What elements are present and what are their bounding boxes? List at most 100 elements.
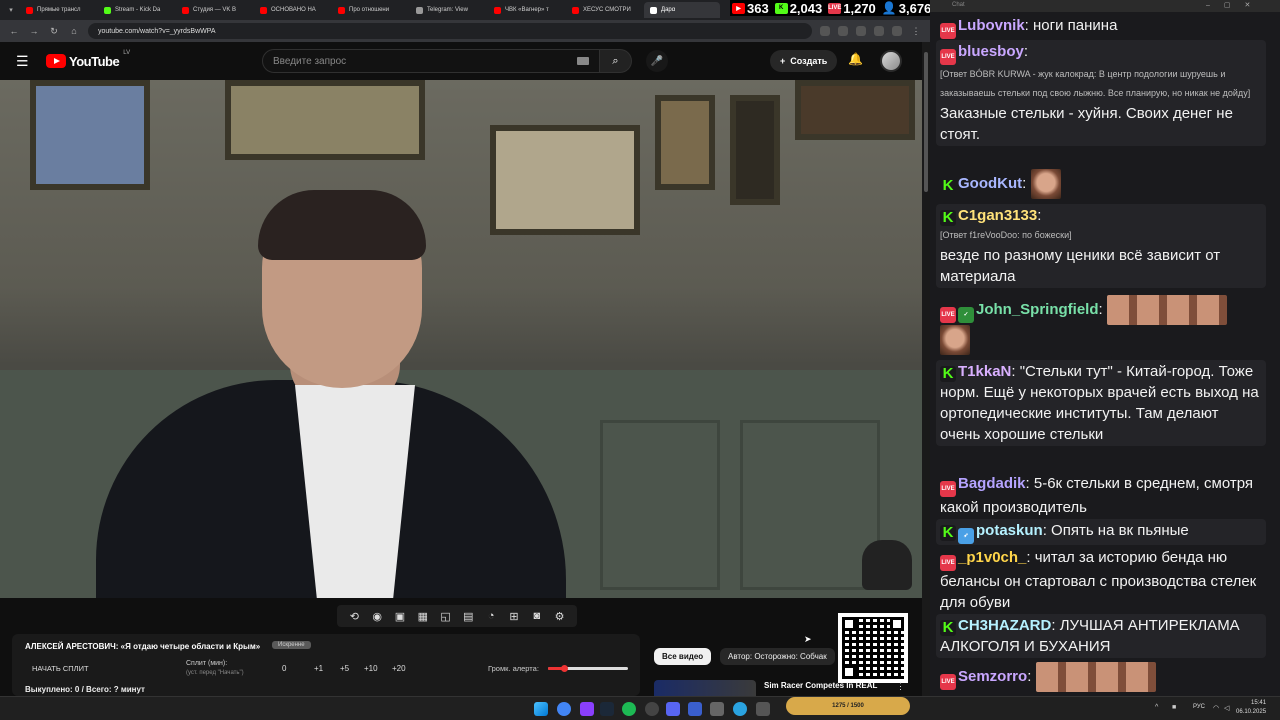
tab-title: Студия — VK В <box>193 7 237 13</box>
chat-username[interactable]: Bagdadik <box>958 475 1026 492</box>
microphone-icon: 🎤 <box>650 55 664 67</box>
tray-chevron-icon[interactable]: ^ <box>1155 704 1158 711</box>
split-plus-5-button[interactable]: +5 <box>340 664 349 673</box>
forward-icon[interactable]: → <box>28 25 40 37</box>
alert-volume-slider[interactable] <box>548 665 628 672</box>
extension-icon[interactable] <box>892 26 902 36</box>
chat-username[interactable]: potaskun <box>976 522 1043 539</box>
clapper-icon[interactable]: ▦ <box>414 610 432 623</box>
address-bar: ← → ↻ ⌂ youtube.com/watch?v=_yyrdsBwWPA … <box>0 20 930 42</box>
browser-tab-active[interactable]: Дарα <box>644 2 720 18</box>
home-icon[interactable]: ⌂ <box>68 25 80 37</box>
chat-username[interactable]: Lubovnik <box>958 17 1025 34</box>
clock[interactable]: 15:41 06.10.2025 <box>1236 699 1266 717</box>
chrome-icon[interactable] <box>557 702 571 716</box>
browser-tab[interactable]: Stream - Kick Da <box>98 2 174 18</box>
wifi-icon[interactable]: ◠ <box>1213 704 1219 712</box>
chat-username[interactable]: CH3HAZARD <box>958 617 1051 634</box>
camera-icon[interactable]: ◙ <box>528 610 546 622</box>
alert-volume-knob[interactable] <box>561 665 568 672</box>
kick-icon: K <box>940 210 956 226</box>
picture-in-picture-icon[interactable]: ◱ <box>437 610 455 623</box>
input-language[interactable]: РУС <box>1193 704 1205 710</box>
telegram-icon[interactable] <box>733 702 747 716</box>
volume-icon[interactable]: ◁ <box>1224 704 1229 712</box>
browser-tab[interactable]: Про отношени <box>332 2 408 18</box>
browser-tab[interactable]: Прямые трансл <box>20 2 96 18</box>
chat-username[interactable]: bluesboy <box>958 43 1024 60</box>
tray-app-icon[interactable]: ■ <box>1172 704 1176 711</box>
speed-icon[interactable]: ◔ <box>482 610 500 622</box>
reload-icon[interactable]: ↻ <box>48 25 60 37</box>
split-plus-20-button[interactable]: +20 <box>392 664 406 673</box>
discord-icon[interactable] <box>666 702 680 716</box>
youtube-logo[interactable]: YouTube LV <box>46 50 130 69</box>
taskbar <box>0 696 1280 720</box>
extension-icon[interactable] <box>820 26 830 36</box>
gear-icon[interactable]: ⚙ <box>551 610 569 623</box>
qr-code <box>838 613 908 683</box>
browser-tab[interactable]: ОСНОВАНО НА <box>254 2 330 18</box>
recommendation-title[interactable]: Sim Racer Competes In REAL <box>764 681 877 690</box>
app-icon[interactable] <box>756 702 770 716</box>
total-viewer-count: 3,676 <box>898 0 932 16</box>
obs-icon[interactable] <box>645 702 659 716</box>
create-button[interactable]: + Создать <box>770 50 838 72</box>
audio-icon[interactable]: ◉ <box>368 610 386 623</box>
clock-time: 15:41 <box>1251 700 1267 706</box>
tab-search-icon[interactable]: ▾ <box>4 3 18 17</box>
search-button[interactable]: ⌕ <box>600 49 632 73</box>
add-icon[interactable]: ⊞ <box>505 610 523 623</box>
frame-icon[interactable]: ▤ <box>459 610 477 623</box>
page-scrollbar[interactable] <box>922 42 930 696</box>
media-icon[interactable] <box>688 702 702 716</box>
chat-username[interactable]: GoodKut <box>958 175 1022 192</box>
notifications-bell-icon[interactable]: 🔔 <box>848 52 863 66</box>
extension-icon[interactable] <box>856 26 866 36</box>
hamburger-menu-icon[interactable]: ☰ <box>16 53 30 70</box>
account-avatar[interactable] <box>880 50 902 72</box>
app-icon[interactable] <box>580 702 594 716</box>
scrollbar-thumb[interactable] <box>924 52 928 192</box>
video-player[interactable] <box>0 80 922 598</box>
extension-icon[interactable] <box>838 26 848 36</box>
chat-username[interactable]: _p1v0ch_ <box>958 549 1026 566</box>
browser-tab[interactable]: ХЕСУС СМОТРИ <box>566 2 642 18</box>
window-controls[interactable]: –▢✕ <box>1206 1 1264 9</box>
back-icon[interactable]: ← <box>8 25 20 37</box>
spotify-icon[interactable] <box>622 702 636 716</box>
extension-icon[interactable] <box>874 26 884 36</box>
youtube-region-code: LV <box>123 49 131 56</box>
chat-username[interactable]: John_Springfield <box>976 301 1099 318</box>
more-vert-icon[interactable]: ⋮ <box>896 681 905 692</box>
split-minutes-value[interactable]: 0 <box>282 664 286 673</box>
browser-tab[interactable]: Telegram: View <box>410 2 486 18</box>
start-split-button[interactable]: НАЧАТЬ СПЛИТ <box>32 664 89 673</box>
split-minutes-hint: (уст. перед "Начать") <box>186 670 244 676</box>
screenshot-icon[interactable]: ▣ <box>391 610 409 623</box>
split-plus-1-button[interactable]: +1 <box>314 664 323 673</box>
menu-icon[interactable]: ⋮ <box>910 25 922 37</box>
tab-favicon-icon <box>104 6 111 14</box>
split-panel: АЛЕКСЕЙ АРЕСТОВИЧ: «Я отдаю четыре облас… <box>12 634 640 696</box>
chat-username[interactable]: C1gan3133 <box>958 207 1037 224</box>
loop-icon[interactable]: ⟲ <box>345 610 363 623</box>
voice-search-button[interactable]: 🎤 <box>646 50 668 72</box>
chat-username[interactable]: Semzorro <box>958 668 1027 685</box>
url-field[interactable]: youtube.com/watch?v=_yyrdsBwWPA <box>88 23 812 39</box>
chat-username[interactable]: T1kkaN <box>958 363 1011 380</box>
search-input[interactable]: Введите запрос <box>262 49 600 73</box>
split-plus-10-button[interactable]: +10 <box>364 664 378 673</box>
steam-icon[interactable] <box>600 702 614 716</box>
keyboard-icon[interactable] <box>577 57 589 65</box>
mouse-cursor-icon: ➤ <box>804 634 812 644</box>
browser-tab[interactable]: ЧВК «Вагнер» т <box>488 2 564 18</box>
youtube-icon: ▶ <box>732 2 745 14</box>
split-video-title: АЛЕКСЕЙ АРЕСТОВИЧ: «Я отдаю четыре облас… <box>25 642 261 651</box>
app-icon[interactable] <box>710 702 724 716</box>
windows-start-icon[interactable] <box>534 702 548 716</box>
chip-author[interactable]: Автор: Осторожно: Собчак <box>720 648 835 665</box>
chip-all-videos[interactable]: Все видео <box>654 648 712 665</box>
recommendation-thumbnail[interactable] <box>654 680 756 696</box>
browser-tab[interactable]: Студия — VK В <box>176 2 252 18</box>
